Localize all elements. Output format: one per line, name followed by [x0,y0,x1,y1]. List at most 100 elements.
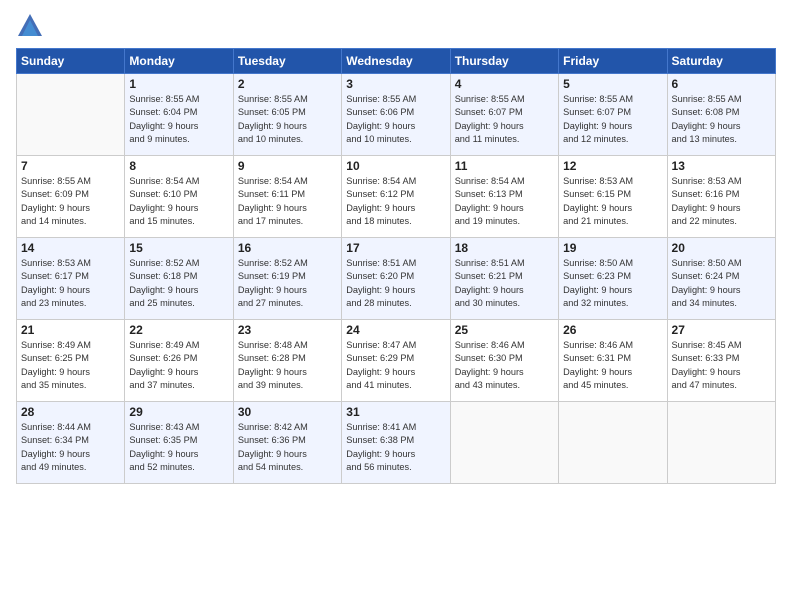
header-row: SundayMondayTuesdayWednesdayThursdayFrid… [17,49,776,74]
day-number: 16 [238,241,337,255]
day-cell: 5 Sunrise: 8:55 AMSunset: 6:07 PMDaylight… [559,74,667,156]
day-info: Sunrise: 8:43 AMSunset: 6:35 PMDaylight:… [129,421,228,474]
day-info: Sunrise: 8:45 AMSunset: 6:33 PMDaylight:… [672,339,771,392]
day-info: Sunrise: 8:55 AMSunset: 6:07 PMDaylight:… [563,93,662,146]
day-info: Sunrise: 8:50 AMSunset: 6:23 PMDaylight:… [563,257,662,310]
day-cell: 4 Sunrise: 8:55 AMSunset: 6:07 PMDaylight… [450,74,558,156]
day-number: 3 [346,77,445,91]
day-info: Sunrise: 8:55 AMSunset: 6:04 PMDaylight:… [129,93,228,146]
day-info: Sunrise: 8:46 AMSunset: 6:31 PMDaylight:… [563,339,662,392]
day-number: 10 [346,159,445,173]
day-number: 25 [455,323,554,337]
day-number: 29 [129,405,228,419]
calendar-table: SundayMondayTuesdayWednesdayThursdayFrid… [16,48,776,484]
day-number: 26 [563,323,662,337]
day-number: 8 [129,159,228,173]
day-info: Sunrise: 8:52 AMSunset: 6:19 PMDaylight:… [238,257,337,310]
day-info: Sunrise: 8:47 AMSunset: 6:29 PMDaylight:… [346,339,445,392]
page-container: SundayMondayTuesdayWednesdayThursdayFrid… [0,0,792,496]
day-cell: 7 Sunrise: 8:55 AMSunset: 6:09 PMDaylight… [17,156,125,238]
header [16,12,776,40]
day-info: Sunrise: 8:54 AMSunset: 6:11 PMDaylight:… [238,175,337,228]
day-cell: 2 Sunrise: 8:55 AMSunset: 6:05 PMDaylight… [233,74,341,156]
day-cell: 24Sunrise: 8:47 AMSunset: 6:29 PMDayligh… [342,320,450,402]
day-info: Sunrise: 8:54 AMSunset: 6:12 PMDaylight:… [346,175,445,228]
day-number: 9 [238,159,337,173]
day-cell: 8 Sunrise: 8:54 AMSunset: 6:10 PMDaylight… [125,156,233,238]
day-info: Sunrise: 8:51 AMSunset: 6:20 PMDaylight:… [346,257,445,310]
day-info: Sunrise: 8:42 AMSunset: 6:36 PMDaylight:… [238,421,337,474]
day-cell: 21 Sunrise: 8:49 AMSunset: 6:25 PMDayligh… [17,320,125,402]
day-cell: 18 Sunrise: 8:51 AMSunset: 6:21 PMDayligh… [450,238,558,320]
header-cell-tuesday: Tuesday [233,49,341,74]
header-cell-friday: Friday [559,49,667,74]
header-cell-monday: Monday [125,49,233,74]
day-number: 5 [563,77,662,91]
day-cell: 30Sunrise: 8:42 AMSunset: 6:36 PMDayligh… [233,402,341,484]
day-cell: 16 Sunrise: 8:52 AMSunset: 6:19 PMDayligh… [233,238,341,320]
day-number: 23 [238,323,337,337]
day-cell: 25 Sunrise: 8:46 AMSunset: 6:30 PMDayligh… [450,320,558,402]
day-number: 31 [346,405,445,419]
day-cell [667,402,775,484]
day-number: 17 [346,241,445,255]
day-cell: 13Sunrise: 8:53 AMSunset: 6:16 PMDayligh… [667,156,775,238]
day-cell: 10 Sunrise: 8:54 AMSunset: 6:12 PMDayligh… [342,156,450,238]
day-number: 18 [455,241,554,255]
day-info: Sunrise: 8:48 AMSunset: 6:28 PMDaylight:… [238,339,337,392]
day-info: Sunrise: 8:49 AMSunset: 6:26 PMDaylight:… [129,339,228,392]
day-info: Sunrise: 8:49 AMSunset: 6:25 PMDaylight:… [21,339,120,392]
day-cell: 29 Sunrise: 8:43 AMSunset: 6:35 PMDayligh… [125,402,233,484]
day-info: Sunrise: 8:44 AMSunset: 6:34 PMDaylight:… [21,421,120,474]
day-cell: 6Sunrise: 8:55 AMSunset: 6:08 PMDaylight… [667,74,775,156]
week-row-3: 14 Sunrise: 8:53 AMSunset: 6:17 PMDayligh… [17,238,776,320]
day-number: 4 [455,77,554,91]
day-info: Sunrise: 8:55 AMSunset: 6:06 PMDaylight:… [346,93,445,146]
day-number: 27 [672,323,771,337]
day-cell [17,74,125,156]
day-info: Sunrise: 8:55 AMSunset: 6:07 PMDaylight:… [455,93,554,146]
day-cell: 31Sunrise: 8:41 AMSunset: 6:38 PMDayligh… [342,402,450,484]
day-info: Sunrise: 8:50 AMSunset: 6:24 PMDaylight:… [672,257,771,310]
day-info: Sunrise: 8:55 AMSunset: 6:05 PMDaylight:… [238,93,337,146]
day-cell: 27 Sunrise: 8:45 AMSunset: 6:33 PMDayligh… [667,320,775,402]
day-number: 1 [129,77,228,91]
day-number: 6 [672,77,771,91]
header-cell-sunday: Sunday [17,49,125,74]
week-row-4: 21 Sunrise: 8:49 AMSunset: 6:25 PMDayligh… [17,320,776,402]
day-number: 20 [672,241,771,255]
day-cell: 17 Sunrise: 8:51 AMSunset: 6:20 PMDayligh… [342,238,450,320]
header-cell-wednesday: Wednesday [342,49,450,74]
day-cell: 22 Sunrise: 8:49 AMSunset: 6:26 PMDayligh… [125,320,233,402]
day-info: Sunrise: 8:54 AMSunset: 6:13 PMDaylight:… [455,175,554,228]
day-number: 22 [129,323,228,337]
day-cell: 23 Sunrise: 8:48 AMSunset: 6:28 PMDayligh… [233,320,341,402]
day-info: Sunrise: 8:52 AMSunset: 6:18 PMDaylight:… [129,257,228,310]
logo-icon [16,12,44,40]
day-number: 2 [238,77,337,91]
day-cell: 19 Sunrise: 8:50 AMSunset: 6:23 PMDayligh… [559,238,667,320]
day-cell: 3 Sunrise: 8:55 AMSunset: 6:06 PMDaylight… [342,74,450,156]
day-info: Sunrise: 8:53 AMSunset: 6:16 PMDaylight:… [672,175,771,228]
day-cell: 15 Sunrise: 8:52 AMSunset: 6:18 PMDayligh… [125,238,233,320]
logo [16,12,48,40]
day-info: Sunrise: 8:55 AMSunset: 6:09 PMDaylight:… [21,175,120,228]
header-cell-thursday: Thursday [450,49,558,74]
day-number: 12 [563,159,662,173]
day-number: 15 [129,241,228,255]
day-number: 7 [21,159,120,173]
day-cell: 11Sunrise: 8:54 AMSunset: 6:13 PMDayligh… [450,156,558,238]
day-info: Sunrise: 8:53 AMSunset: 6:17 PMDaylight:… [21,257,120,310]
week-row-2: 7 Sunrise: 8:55 AMSunset: 6:09 PMDaylight… [17,156,776,238]
day-number: 21 [21,323,120,337]
day-info: Sunrise: 8:54 AMSunset: 6:10 PMDaylight:… [129,175,228,228]
day-number: 19 [563,241,662,255]
week-row-5: 28Sunrise: 8:44 AMSunset: 6:34 PMDayligh… [17,402,776,484]
day-cell: 14 Sunrise: 8:53 AMSunset: 6:17 PMDayligh… [17,238,125,320]
day-cell [450,402,558,484]
header-cell-saturday: Saturday [667,49,775,74]
day-info: Sunrise: 8:46 AMSunset: 6:30 PMDaylight:… [455,339,554,392]
day-number: 14 [21,241,120,255]
day-cell: 26 Sunrise: 8:46 AMSunset: 6:31 PMDayligh… [559,320,667,402]
day-info: Sunrise: 8:51 AMSunset: 6:21 PMDaylight:… [455,257,554,310]
